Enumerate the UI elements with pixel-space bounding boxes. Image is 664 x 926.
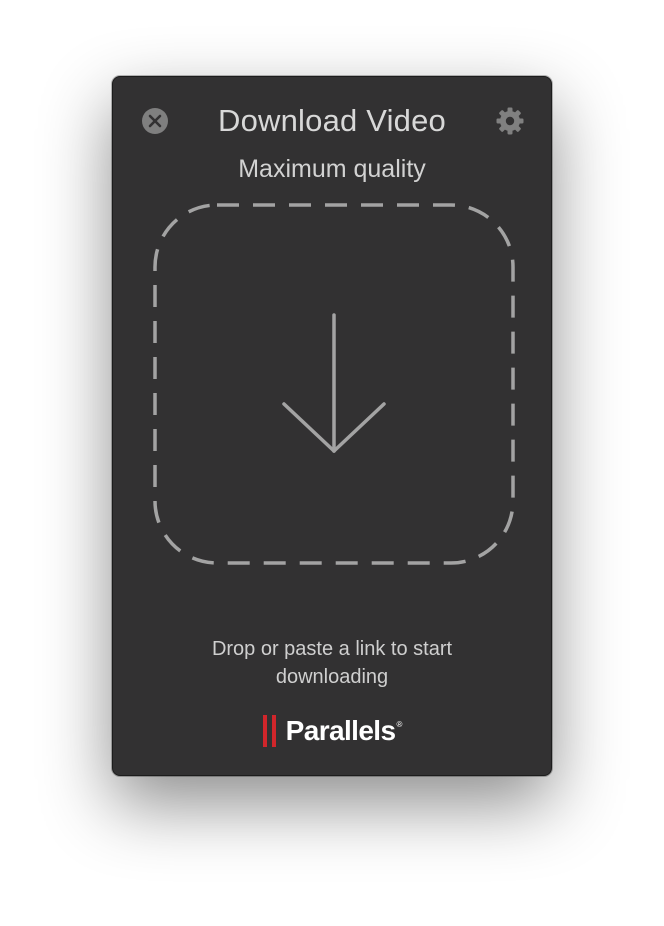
download-video-window: Download Video Maximum quality Drop or p… <box>112 76 552 776</box>
parallels-bars-icon <box>262 715 276 747</box>
drop-zone-border <box>153 203 515 565</box>
drop-zone[interactable] <box>153 203 515 565</box>
settings-button[interactable] <box>495 106 525 136</box>
drop-hint-text: Drop or paste a link to start downloadin… <box>113 635 551 691</box>
drop-hint-label: Drop or paste a link to start downloadin… <box>211 638 453 688</box>
brand-name: Parallels <box>285 715 396 746</box>
registered-mark: ® <box>396 719 403 729</box>
window-title: Download Video <box>217 103 446 138</box>
arrow-down-icon <box>282 313 386 453</box>
parallels-logo: Parallels ® <box>113 715 551 747</box>
quality-label: Maximum quality <box>238 155 426 183</box>
stage: Download Video Maximum quality Drop or p… <box>0 0 664 926</box>
gear-icon <box>496 107 524 135</box>
